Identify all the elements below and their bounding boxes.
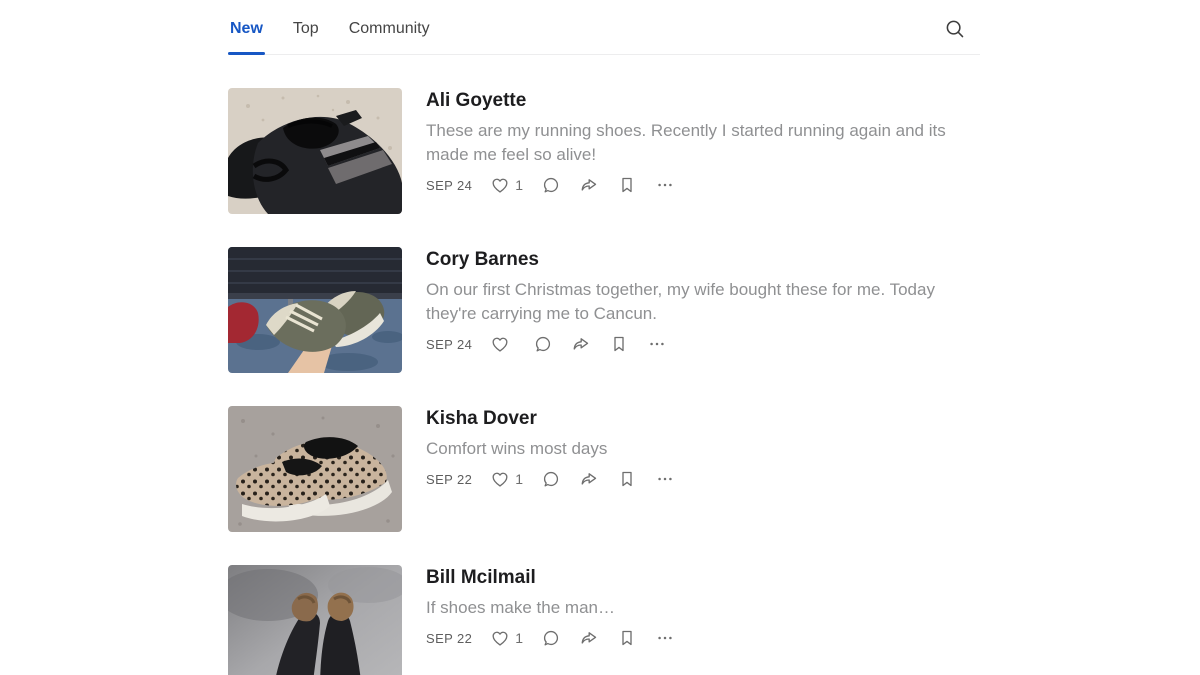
bookmark-icon bbox=[609, 334, 629, 354]
post-content: Ali Goyette These are my running shoes. … bbox=[426, 88, 980, 214]
like-count: 1 bbox=[515, 628, 523, 648]
post-author[interactable]: Cory Barnes bbox=[426, 248, 980, 272]
share-button[interactable] bbox=[579, 628, 599, 648]
post-actions: SEP 24 bbox=[426, 334, 980, 354]
post-card: Cory Barnes On our first Christmas toget… bbox=[228, 247, 980, 373]
post-content: Bill Mcilmail If shoes make the man… SEP… bbox=[426, 565, 980, 675]
more-button[interactable] bbox=[655, 469, 675, 489]
like-button[interactable]: 1 bbox=[490, 628, 523, 648]
comment-bubble-icon bbox=[541, 628, 561, 648]
tab-community[interactable]: Community bbox=[347, 19, 432, 54]
post-content: Cory Barnes On our first Christmas toget… bbox=[426, 247, 980, 373]
tab-top[interactable]: Top bbox=[291, 19, 321, 54]
post-author[interactable]: Bill Mcilmail bbox=[426, 566, 980, 590]
post-card: Kisha Dover Comfort wins most days SEP 2… bbox=[228, 406, 980, 532]
search-icon bbox=[944, 18, 966, 40]
post-date: SEP 24 bbox=[426, 178, 472, 193]
share-button[interactable] bbox=[571, 334, 591, 354]
post-card: Ali Goyette These are my running shoes. … bbox=[228, 88, 980, 214]
post-author[interactable]: Ali Goyette bbox=[426, 89, 980, 113]
heart-icon bbox=[490, 469, 510, 489]
brown-shoes-photo bbox=[228, 565, 402, 675]
ellipsis-icon bbox=[647, 334, 667, 354]
post-thumbnail-brown-shoes[interactable] bbox=[228, 565, 402, 675]
comment-button[interactable] bbox=[541, 175, 561, 195]
like-button[interactable] bbox=[490, 334, 515, 354]
comment-button[interactable] bbox=[541, 469, 561, 489]
bookmark-button[interactable] bbox=[617, 469, 637, 489]
like-count: 1 bbox=[515, 469, 523, 489]
post-actions: SEP 22 1 bbox=[426, 628, 980, 648]
heart-icon bbox=[490, 175, 510, 195]
post-feed: Ali Goyette These are my running shoes. … bbox=[228, 55, 980, 675]
more-button[interactable] bbox=[647, 334, 667, 354]
post-author[interactable]: Kisha Dover bbox=[426, 407, 980, 431]
post-content: Kisha Dover Comfort wins most days SEP 2… bbox=[426, 406, 980, 532]
post-card: Bill Mcilmail If shoes make the man… SEP… bbox=[228, 565, 980, 675]
comment-button[interactable] bbox=[533, 334, 553, 354]
ellipsis-icon bbox=[655, 175, 675, 195]
post-body: Comfort wins most days bbox=[426, 437, 980, 461]
post-actions: SEP 24 1 bbox=[426, 175, 980, 195]
like-button[interactable]: 1 bbox=[490, 175, 523, 195]
post-date: SEP 22 bbox=[426, 472, 472, 487]
post-date: SEP 22 bbox=[426, 631, 472, 646]
post-body: These are my running shoes. Recently I s… bbox=[426, 119, 980, 167]
heart-icon bbox=[490, 334, 510, 354]
share-arrow-icon bbox=[571, 334, 591, 354]
like-count: 1 bbox=[515, 175, 523, 195]
bookmark-icon bbox=[617, 628, 637, 648]
post-actions: SEP 22 1 bbox=[426, 469, 980, 489]
black-running-shoes-photo bbox=[228, 88, 402, 214]
ellipsis-icon bbox=[655, 469, 675, 489]
bookmark-button[interactable] bbox=[609, 334, 629, 354]
feed-page: New Top Community bbox=[0, 0, 1200, 675]
tab-new[interactable]: New bbox=[228, 19, 265, 54]
leopard-slip-ons-photo bbox=[228, 406, 402, 532]
post-body: On our first Christmas together, my wife… bbox=[426, 278, 980, 326]
more-button[interactable] bbox=[655, 175, 675, 195]
tab-bar: New Top Community bbox=[228, 0, 980, 55]
heart-icon bbox=[490, 628, 510, 648]
post-body: If shoes make the man… bbox=[426, 596, 980, 620]
bookmark-icon bbox=[617, 469, 637, 489]
share-button[interactable] bbox=[579, 469, 599, 489]
comment-bubble-icon bbox=[533, 334, 553, 354]
share-button[interactable] bbox=[579, 175, 599, 195]
share-arrow-icon bbox=[579, 469, 599, 489]
post-thumbnail-airport-sneakers[interactable] bbox=[228, 247, 402, 373]
like-button[interactable]: 1 bbox=[490, 469, 523, 489]
comment-bubble-icon bbox=[541, 175, 561, 195]
feed-container: New Top Community bbox=[228, 0, 980, 675]
search-button[interactable] bbox=[944, 18, 980, 54]
bookmark-icon bbox=[617, 175, 637, 195]
share-arrow-icon bbox=[579, 628, 599, 648]
share-arrow-icon bbox=[579, 175, 599, 195]
post-thumbnail-leopard-slip-ons[interactable] bbox=[228, 406, 402, 532]
post-thumbnail-running-shoes[interactable] bbox=[228, 88, 402, 214]
airport-sneakers-photo bbox=[228, 247, 402, 373]
feed-tabs: New Top Community bbox=[228, 19, 432, 54]
bookmark-button[interactable] bbox=[617, 628, 637, 648]
ellipsis-icon bbox=[655, 628, 675, 648]
bookmark-button[interactable] bbox=[617, 175, 637, 195]
post-date: SEP 24 bbox=[426, 337, 472, 352]
comment-button[interactable] bbox=[541, 628, 561, 648]
more-button[interactable] bbox=[655, 628, 675, 648]
comment-bubble-icon bbox=[541, 469, 561, 489]
